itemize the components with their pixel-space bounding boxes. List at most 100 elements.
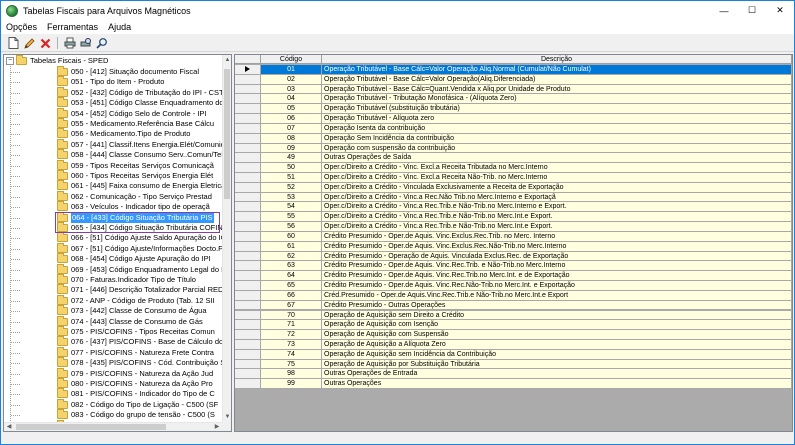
print-preview-icon[interactable] xyxy=(79,37,92,50)
cell-code[interactable]: 99 xyxy=(261,379,322,390)
menu-opcoes[interactable]: Opções xyxy=(1,22,42,32)
cell-code[interactable]: 67 xyxy=(261,300,322,311)
cell-code[interactable]: 50 xyxy=(261,163,322,173)
cell-code[interactable]: 49 xyxy=(261,153,322,164)
table-row[interactable]: 53 Oper.c/Direito a Crédito - Vinc.a Rec.… xyxy=(235,192,792,203)
cell-code[interactable]: 70 xyxy=(261,310,322,321)
row-indicator[interactable] xyxy=(235,143,261,154)
cell-description[interactable]: Operação de Aquisição sem Incidência da … xyxy=(322,349,792,360)
cell-description[interactable]: Oper.c/Direito a Crédito - Vinc.a Rec.Tr… xyxy=(322,202,792,213)
tree-item[interactable]: 070 - Faturas.Indicador Tipo de Título xyxy=(57,274,196,285)
tree-item[interactable]: 073 - [442] Classe de Consumo de Água xyxy=(57,305,207,316)
table-row[interactable]: 06 Operação Tributável - Alíquota zero xyxy=(235,114,792,124)
maximize-button[interactable]: ☐ xyxy=(738,1,766,20)
table-row[interactable]: 75 Operação de Aquisição por Substituição… xyxy=(235,359,792,370)
cell-description[interactable]: Operação de Aquisição com Suspensão xyxy=(322,330,792,340)
row-indicator[interactable] xyxy=(235,290,261,301)
cell-code[interactable]: 01 xyxy=(261,65,322,75)
cell-code[interactable]: 71 xyxy=(261,320,322,331)
scroll-left-arrow-icon[interactable]: ◀ xyxy=(4,423,14,431)
cell-code[interactable]: 62 xyxy=(261,251,322,262)
row-indicator[interactable] xyxy=(235,300,261,311)
cell-code[interactable]: 03 xyxy=(261,84,322,95)
table-row[interactable]: 05 Operação Tributável (substituição trib… xyxy=(235,104,792,115)
cell-code[interactable]: 72 xyxy=(261,330,322,340)
tree-item[interactable]: 081 - PIS/COFINS - Indicador do Tipo de … xyxy=(57,388,215,399)
tree-item[interactable]: 074 - [443] Classe de Consumo de Gás xyxy=(57,315,203,327)
tree-item[interactable]: 075 - PIS/COFINS - Tipos Receitas Comun xyxy=(57,326,215,337)
tree-item[interactable]: 052 - [432] Código de Tributação do IPI … xyxy=(57,86,222,98)
row-indicator[interactable] xyxy=(235,173,261,183)
cell-description[interactable]: Operação Tributável - Base Cálc=Quant.Ve… xyxy=(322,84,792,95)
table-row[interactable]: 98 Outras Operações de Entrada xyxy=(235,369,792,380)
hscroll-thumb[interactable] xyxy=(16,424,166,430)
row-indicator[interactable] xyxy=(235,153,261,164)
row-indicator[interactable] xyxy=(235,222,261,232)
table-row[interactable]: 56 Oper.c/Direito a Crédito - Vinc.a Rec.… xyxy=(235,222,792,232)
row-indicator[interactable] xyxy=(235,163,261,173)
cell-description[interactable]: Crédito Presumido - Oper.de Aquis. Vinc.… xyxy=(322,271,792,282)
minimize-button[interactable]: — xyxy=(710,1,738,20)
tree-item[interactable]: 072 - ANP - Código de Produto (Tab. 12 S… xyxy=(57,294,215,306)
cell-code[interactable]: 61 xyxy=(261,241,322,252)
tree-item[interactable]: 080 - PIS/COFINS - Natureza da Ação Pro xyxy=(57,378,213,389)
cell-code[interactable]: 63 xyxy=(261,261,322,272)
cell-description[interactable]: Oper.c/Direito a Crédito - Vinc. Excl.a … xyxy=(322,163,792,173)
cell-description[interactable]: Oper.c/Direito a Crédito - Vinculada Exc… xyxy=(322,182,792,193)
cell-description[interactable]: Outras Operações de Entrada xyxy=(322,369,792,380)
table-row[interactable]: 60 Crédito Presumido - Oper.de Aquis. Vin… xyxy=(235,231,792,242)
cell-code[interactable]: 08 xyxy=(261,133,322,144)
cell-description[interactable]: Créd.Presumido - Oper.de Aquis.Vinc.Rec.… xyxy=(322,290,792,301)
cell-code[interactable]: 60 xyxy=(261,231,322,242)
tree-item[interactable]: 058 - [444] Classe Consumo Serv..Comun/T… xyxy=(57,149,222,160)
cell-code[interactable]: 56 xyxy=(261,222,322,232)
row-indicator[interactable] xyxy=(235,241,261,252)
scroll-up-arrow-icon[interactable]: ▲ xyxy=(223,55,231,65)
table-row[interactable]: 73 Operação de Aquisição a Alíquota Zero xyxy=(235,339,792,350)
table-row[interactable]: 70 Operação de Aquisição sem Direito a Cr… xyxy=(235,310,792,321)
column-header-code[interactable]: Código xyxy=(261,55,322,63)
table-row[interactable]: 67 Crédito Presumido - Outras Operações xyxy=(235,300,792,311)
cell-code[interactable]: 64 xyxy=(261,271,322,282)
cell-code[interactable]: 55 xyxy=(261,212,322,223)
cell-code[interactable]: 06 xyxy=(261,114,322,124)
row-indicator[interactable] xyxy=(235,84,261,95)
row-indicator[interactable] xyxy=(235,349,261,360)
table-row[interactable]: 01 Operação Tributável - Base Cálc=Valor … xyxy=(235,65,792,75)
cell-description[interactable]: Operação Tributável - Base Cálc=Valor Op… xyxy=(322,65,792,75)
cell-description[interactable]: Oper.c/Direito a Crédito - Vinc.a Rec.Nã… xyxy=(322,192,792,203)
table-row[interactable]: 66 Créd.Presumido - Oper.de Aquis.Vinc.Re… xyxy=(235,290,792,301)
table-row[interactable]: 49 Outras Operações de Saída xyxy=(235,153,792,164)
scroll-down-arrow-icon[interactable]: ▼ xyxy=(223,412,231,422)
tree-item[interactable]: 068 - [454] Código Ajuste Apuração do IP… xyxy=(57,253,211,264)
table-row[interactable]: 62 Crédito Presumido - Operação de Aquis.… xyxy=(235,251,792,262)
row-indicator[interactable] xyxy=(235,104,261,115)
tree-item[interactable]: 050 - [412] Situação documento Fiscal xyxy=(57,66,199,77)
cell-code[interactable]: 51 xyxy=(261,173,322,183)
menu-ajuda[interactable]: Ajuda xyxy=(103,22,136,32)
tree-item[interactable]: 059 - Tipos Receitas Serviços Comunicaçã xyxy=(57,159,214,171)
table-row[interactable]: 50 Oper.c/Direito a Crédito - Vinc. Excl.… xyxy=(235,163,792,173)
cell-description[interactable]: Oper.c/Direito a Crédito - Vinc.a Rec.Tr… xyxy=(322,212,792,223)
cell-description[interactable]: Operação Tributável - Alíquota zero xyxy=(322,114,792,124)
tree-item[interactable]: 082 - Código do Tipo de Ligação - C500 (… xyxy=(57,398,218,410)
tree-item[interactable]: 076 - [437] PIS/COFINS - Base de Cálculo… xyxy=(57,336,222,347)
row-indicator[interactable] xyxy=(235,330,261,340)
row-indicator[interactable] xyxy=(235,271,261,282)
edit-pencil-icon[interactable] xyxy=(23,37,36,50)
tree-item[interactable]: 055 - Medicamento.Referência Base Cálcu xyxy=(57,118,214,129)
cell-description[interactable]: Outras Operações de Saída xyxy=(322,153,792,164)
table-row[interactable]: 65 Crédito Presumido - Oper.de Aquis. Vin… xyxy=(235,281,792,291)
row-indicator[interactable] xyxy=(235,379,261,390)
cell-description[interactable]: Operação de Aquisição sem Direito a Créd… xyxy=(322,310,792,321)
cell-description[interactable]: Crédito Presumido - Oper.de Aquis. Vinc.… xyxy=(322,231,792,242)
table-row[interactable]: 04 Operação Tributável - Tributação Monof… xyxy=(235,94,792,105)
cell-code[interactable]: 02 xyxy=(261,74,322,85)
scroll-right-arrow-icon[interactable]: ▶ xyxy=(212,423,222,431)
table-row[interactable]: 02 Operação Tributável - Base Cálc=Valor … xyxy=(235,74,792,85)
collapse-icon[interactable]: − xyxy=(6,57,14,65)
cell-description[interactable]: Operação Tributável - Base Cálc=Valor Op… xyxy=(322,74,792,85)
tree-item[interactable]: 071 - [446] Descrição Totalizador Parcia… xyxy=(57,284,222,295)
table-row[interactable]: 08 Operação Sem Incidência da contribuiçã… xyxy=(235,133,792,144)
table-row[interactable]: 03 Operação Tributável - Base Cálc=Quant.… xyxy=(235,84,792,95)
